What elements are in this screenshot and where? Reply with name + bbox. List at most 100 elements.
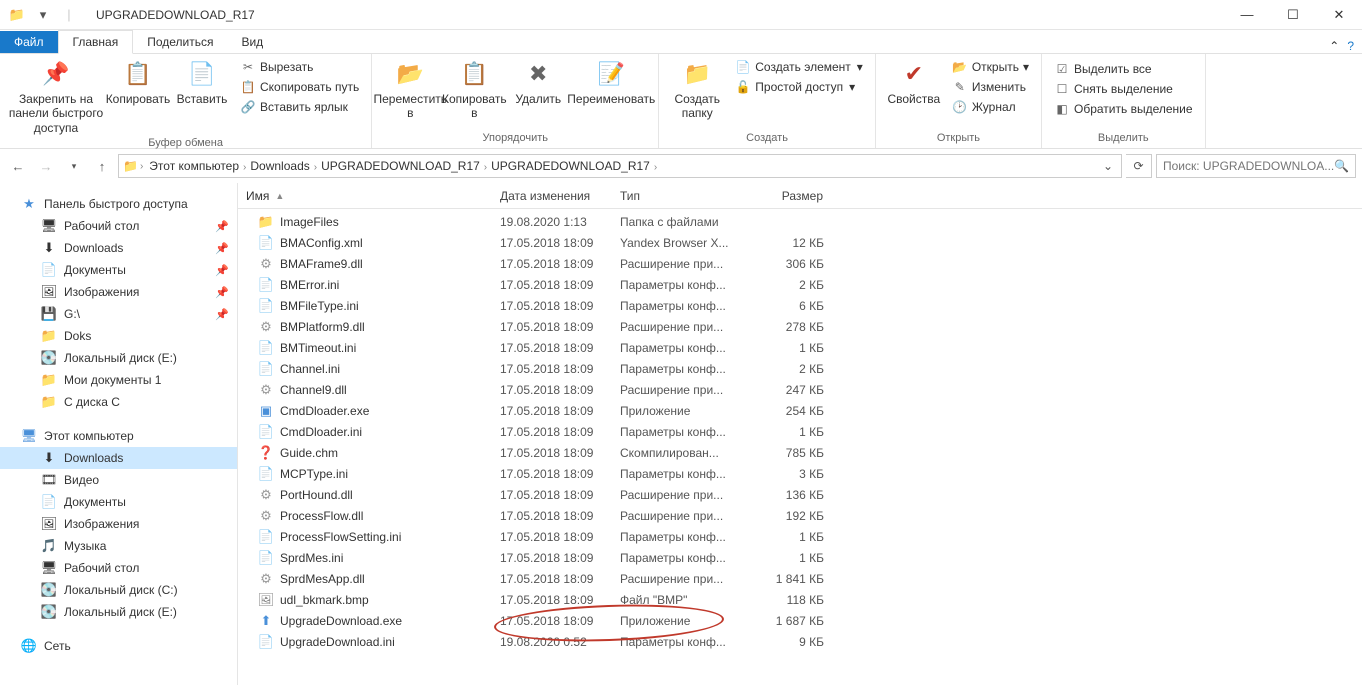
col-type[interactable]: Тип	[612, 183, 752, 208]
address-dropdown-button[interactable]: ⌄	[1099, 159, 1117, 173]
nav-quick-access[interactable]: ★ Панель быстрого доступа	[0, 193, 237, 215]
maximize-button[interactable]: ☐	[1270, 0, 1316, 30]
titlebar: 📁 ▾ | UPGRADEDOWNLOAD_R17 — ☐ ✕	[0, 0, 1362, 30]
nav-item[interactable]: 🖼Изображения📌	[0, 281, 237, 303]
tab-view[interactable]: Вид	[227, 31, 277, 53]
file-type: Расширение при...	[612, 488, 752, 502]
file-row[interactable]: ⚙BMPlatform9.dll17.05.2018 18:09Расширен…	[238, 316, 1362, 337]
file-row[interactable]: 📄BMFileType.ini17.05.2018 18:09Параметры…	[238, 295, 1362, 316]
breadcrumb[interactable]: Этот компьютер	[145, 159, 243, 173]
col-size[interactable]: Размер	[752, 183, 832, 208]
nav-item[interactable]: 💽Локальный диск (E:)	[0, 347, 237, 369]
breadcrumb[interactable]: UPGRADEDOWNLOAD_R17	[487, 159, 654, 173]
file-size: 118 КБ	[752, 593, 832, 607]
copy-path-button[interactable]: 📋Скопировать путь	[238, 78, 361, 96]
new-item-button[interactable]: 📄Создать элемент▾	[733, 58, 865, 76]
file-row[interactable]: ⚙ProcessFlow.dll17.05.2018 18:09Расширен…	[238, 505, 1362, 526]
nav-item[interactable]: 📄Документы	[0, 491, 237, 513]
file-row[interactable]: 📄BMError.ini17.05.2018 18:09Параметры ко…	[238, 274, 1362, 295]
file-row[interactable]: 📄ProcessFlowSetting.ini17.05.2018 18:09П…	[238, 526, 1362, 547]
navigation-pane[interactable]: ★ Панель быстрого доступа 🖥Рабочий стол📌…	[0, 183, 238, 685]
back-button[interactable]: ←	[6, 154, 30, 178]
file-row[interactable]: 📄BMAConfig.xml17.05.2018 18:09Yandex Bro…	[238, 232, 1362, 253]
close-button[interactable]: ✕	[1316, 0, 1362, 30]
nav-item[interactable]: 💽Локальный диск (E:)	[0, 601, 237, 623]
edit-button[interactable]: ✎Изменить	[950, 78, 1031, 96]
breadcrumb[interactable]: UPGRADEDOWNLOAD_R17	[317, 159, 484, 173]
file-size: 3 КБ	[752, 467, 832, 481]
minimize-button[interactable]: —	[1224, 0, 1270, 30]
file-row[interactable]: 📄CmdDloader.ini17.05.2018 18:09Параметры…	[238, 421, 1362, 442]
nav-item[interactable]: 📁С диска С	[0, 391, 237, 413]
collapse-ribbon-button[interactable]: ⌃	[1329, 39, 1339, 53]
address-box[interactable]: 📁 › Этот компьютер›Downloads›UPGRADEDOWN…	[118, 154, 1122, 178]
file-size: 1 841 КБ	[752, 572, 832, 586]
file-row[interactable]: ⚙PortHound.dll17.05.2018 18:09Расширение…	[238, 484, 1362, 505]
file-row[interactable]: ❓Guide.chm17.05.2018 18:09Скомпилирован.…	[238, 442, 1362, 463]
file-row[interactable]: 📄Channel.ini17.05.2018 18:09Параметры ко…	[238, 358, 1362, 379]
nav-item[interactable]: ⬇Downloads📌	[0, 237, 237, 259]
refresh-button[interactable]: ⟳	[1126, 154, 1152, 178]
cut-button[interactable]: ✂Вырезать	[238, 58, 361, 76]
file-row[interactable]: 📄MCPType.ini17.05.2018 18:09Параметры ко…	[238, 463, 1362, 484]
nav-item[interactable]: 🖼Изображения	[0, 513, 237, 535]
move-to-button[interactable]: 📂Переместить в	[378, 56, 442, 123]
file-row[interactable]: 📄UpgradeDownload.ini19.08.2020 0:52Парам…	[238, 631, 1362, 652]
file-row[interactable]: ⬆UpgradeDownload.exe17.05.2018 18:09Прил…	[238, 610, 1362, 631]
delete-button[interactable]: ✖Удалить	[506, 56, 570, 108]
open-button[interactable]: 📂Открыть▾	[950, 58, 1031, 76]
file-row[interactable]: ⚙BMAFrame9.dll17.05.2018 18:09Расширение…	[238, 253, 1362, 274]
select-all-button[interactable]: ☑Выделить все	[1052, 60, 1195, 78]
history-button[interactable]: 🕑Журнал	[950, 98, 1031, 116]
up-button[interactable]: ↑	[90, 154, 114, 178]
nav-item[interactable]: 🖥Рабочий стол	[0, 557, 237, 579]
file-row[interactable]: ▣CmdDloader.exe17.05.2018 18:09Приложени…	[238, 400, 1362, 421]
file-row[interactable]: 📄BMTimeout.ini17.05.2018 18:09Параметры …	[238, 337, 1362, 358]
file-row[interactable]: 📄SprdMes.ini17.05.2018 18:09Параметры ко…	[238, 547, 1362, 568]
invert-selection-button[interactable]: ◧Обратить выделение	[1052, 100, 1195, 118]
file-row[interactable]: 📁ImageFiles19.08.2020 1:13Папка с файлам…	[238, 211, 1362, 232]
file-row[interactable]: 🖼udl_bkmark.bmp17.05.2018 18:09Файл "BMP…	[238, 589, 1362, 610]
nav-this-pc[interactable]: 🖥 Этот компьютер	[0, 425, 237, 447]
tab-share[interactable]: Поделиться	[133, 31, 227, 53]
tab-home[interactable]: Главная	[58, 30, 134, 54]
nav-item[interactable]: 💽Локальный диск (C:)	[0, 579, 237, 601]
copy-to-button[interactable]: 📋Копировать в	[442, 56, 506, 123]
col-date[interactable]: Дата изменения	[492, 183, 612, 208]
properties-button[interactable]: ✔Свойства	[882, 56, 946, 108]
nav-item[interactable]: 🖥Рабочий стол📌	[0, 215, 237, 237]
file-row[interactable]: ⚙SprdMesApp.dll17.05.2018 18:09Расширени…	[238, 568, 1362, 589]
help-button[interactable]: ?	[1347, 39, 1354, 53]
paste-shortcut-button[interactable]: 🔗Вставить ярлык	[238, 98, 361, 116]
nav-item[interactable]: ⬇Downloads	[0, 447, 237, 469]
nav-item[interactable]: 📁Doks	[0, 325, 237, 347]
search-input[interactable]	[1163, 159, 1334, 173]
breadcrumb[interactable]: Downloads	[246, 159, 313, 173]
nav-network[interactable]: 🌐 Сеть	[0, 635, 237, 657]
recent-locations-button[interactable]: ▾	[62, 154, 86, 178]
rename-button[interactable]: 📝Переименовать	[570, 56, 652, 108]
file-row[interactable]: ⚙Channel9.dll17.05.2018 18:09Расширение …	[238, 379, 1362, 400]
col-name[interactable]: Имя▲	[238, 183, 492, 208]
easy-access-button[interactable]: 🔓Простой доступ▾	[733, 78, 865, 96]
select-none-button[interactable]: ☐Снять выделение	[1052, 80, 1195, 98]
search-box[interactable]: 🔍	[1156, 154, 1356, 178]
nav-item-icon: 💽	[40, 350, 58, 366]
new-folder-button[interactable]: 📁Создать папку	[665, 56, 729, 123]
file-size: 9 КБ	[752, 635, 832, 649]
file-type: Параметры конф...	[612, 362, 752, 376]
paste-button[interactable]: 📄 Вставить	[170, 56, 234, 108]
nav-item[interactable]: 📄Документы📌	[0, 259, 237, 281]
file-icon: 📄	[258, 466, 274, 482]
copy-button[interactable]: 📋 Копировать	[106, 56, 170, 108]
nav-item[interactable]: 🎞Видео	[0, 469, 237, 491]
nav-item[interactable]: 🎵Музыка	[0, 535, 237, 557]
newfolder-icon: 📁	[681, 58, 713, 90]
forward-button[interactable]: →	[34, 154, 58, 178]
column-headers: Имя▲ Дата изменения Тип Размер	[238, 183, 1362, 209]
qat-arrow-icon[interactable]: ▾	[32, 4, 54, 26]
pin-quick-access-button[interactable]: 📌 Закрепить на панели быстрого доступа	[6, 56, 106, 137]
tab-file[interactable]: Файл	[0, 31, 58, 53]
nav-item[interactable]: 💾G:\📌	[0, 303, 237, 325]
nav-item[interactable]: 📁Мои документы 1	[0, 369, 237, 391]
